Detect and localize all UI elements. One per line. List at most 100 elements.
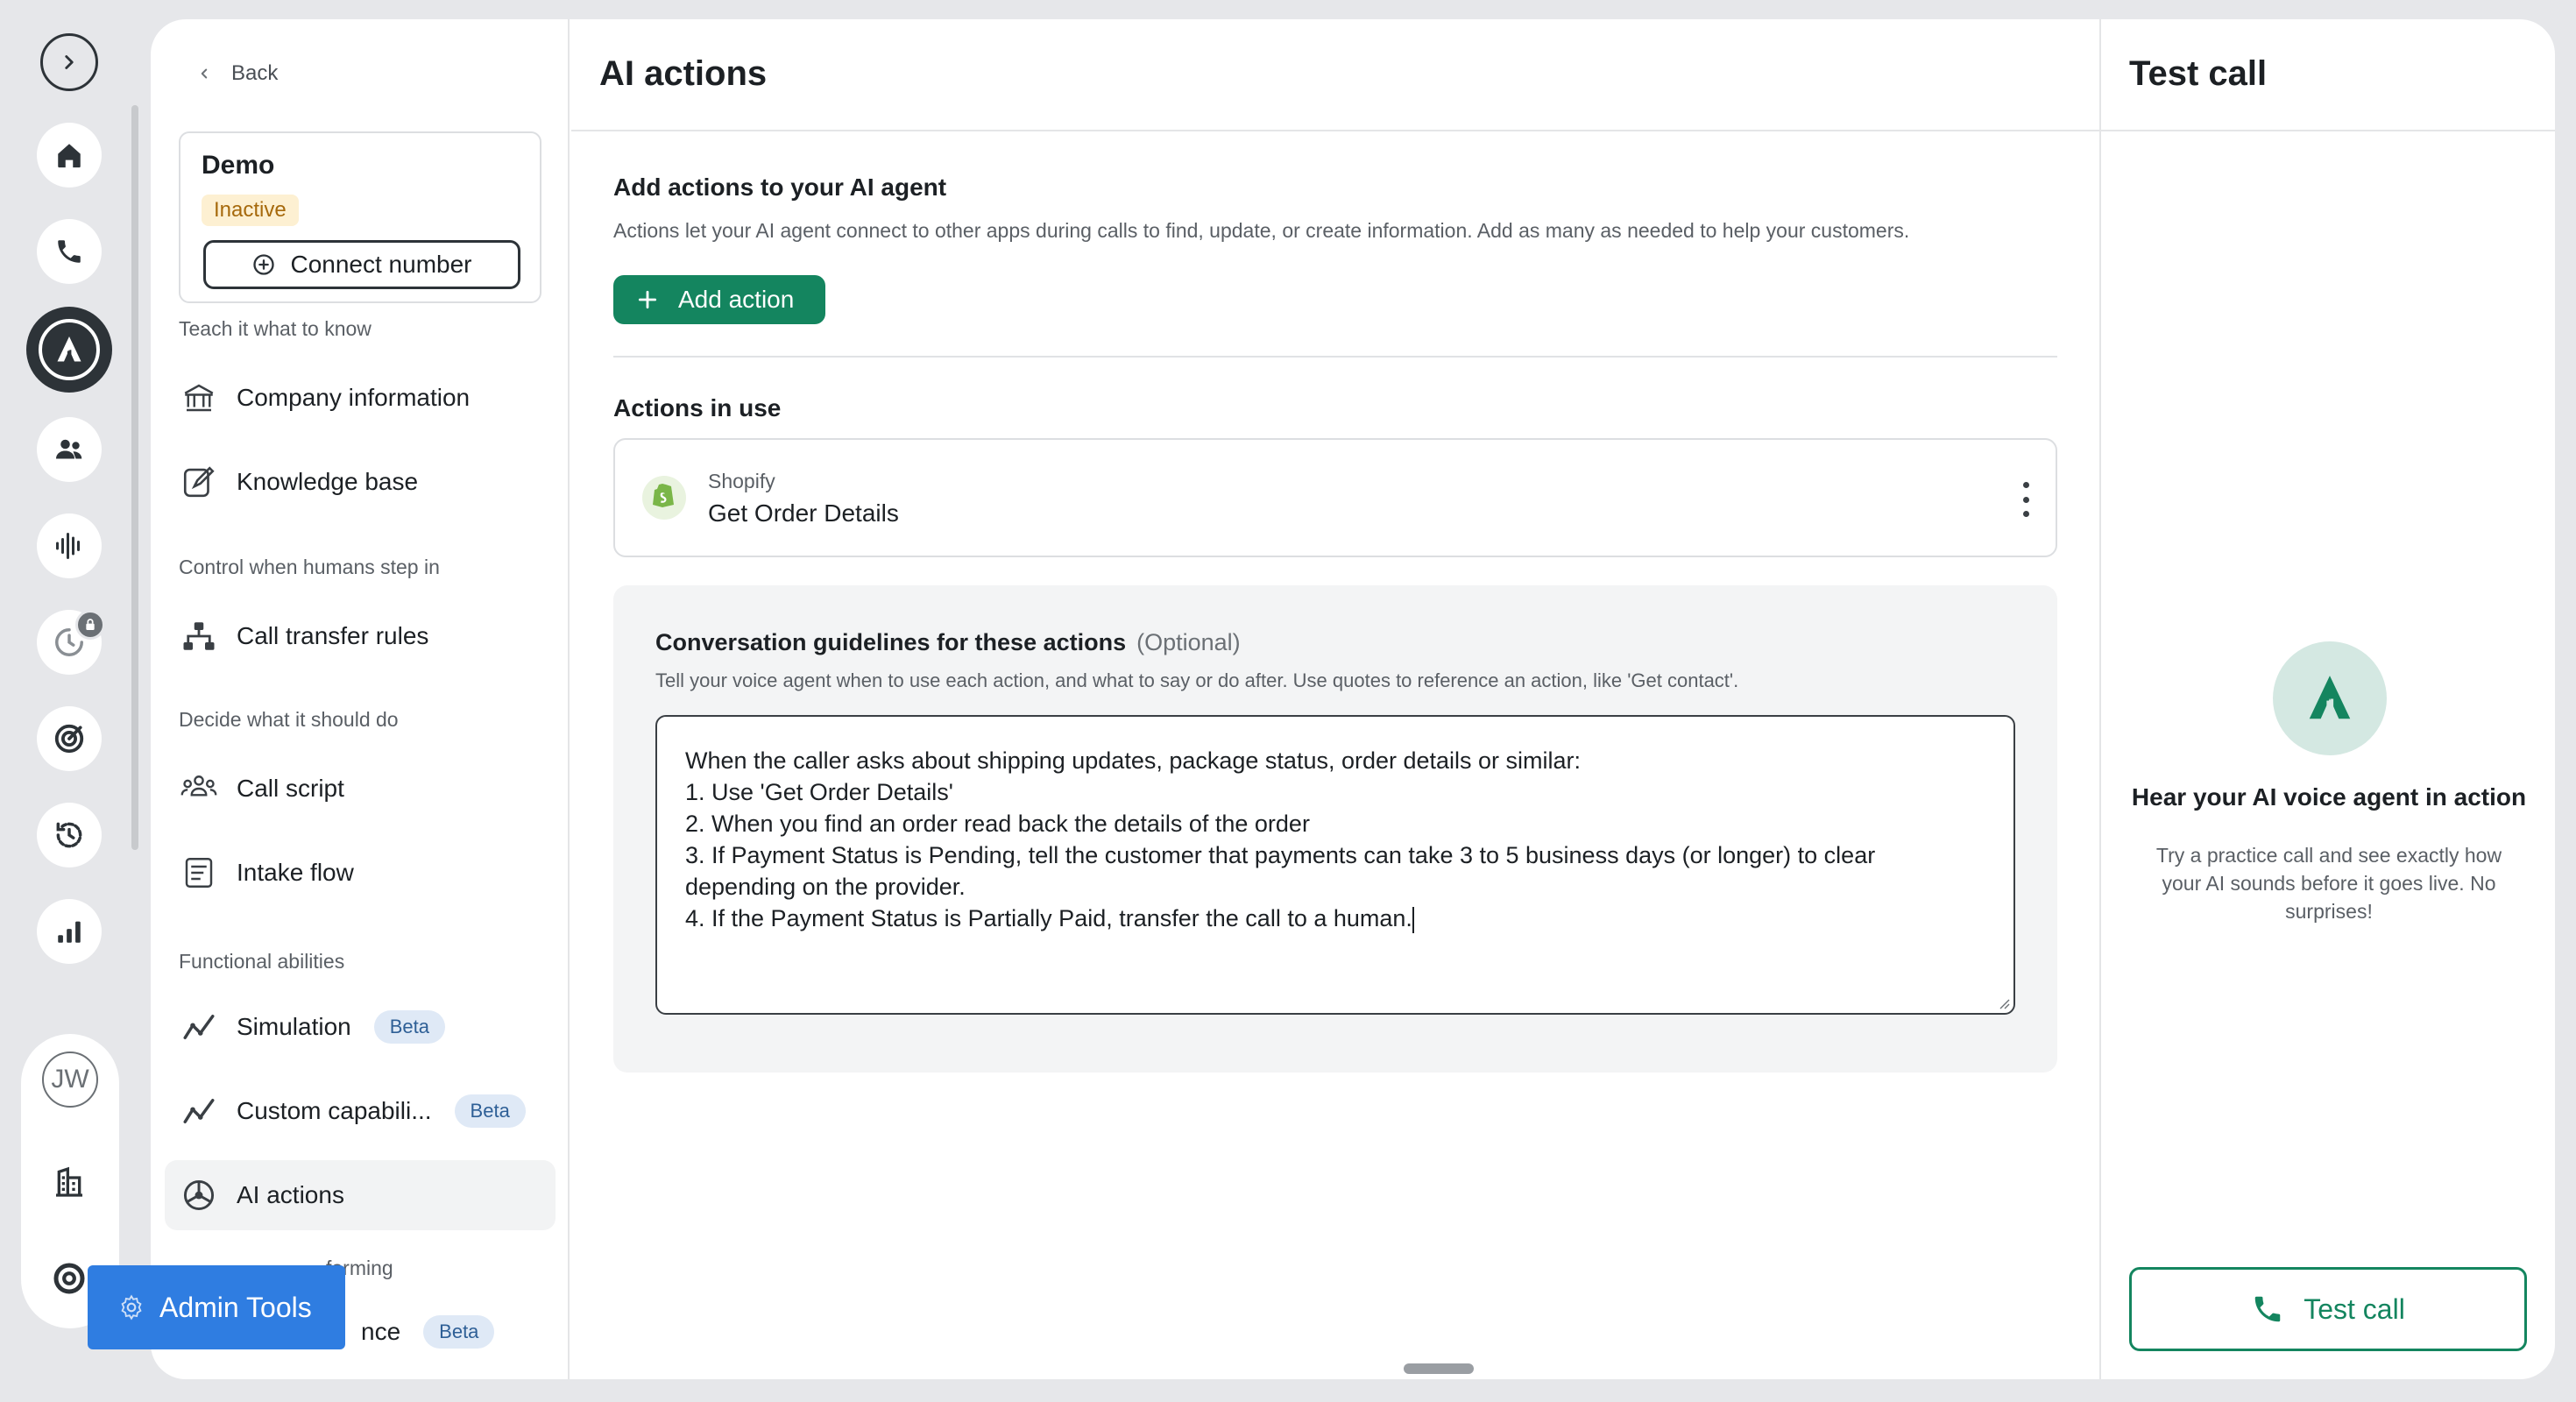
- section-label-humans: Control when humans step in: [179, 556, 440, 578]
- shopify-icon: [641, 475, 687, 520]
- agent-summary-card: Demo Inactive Connect number: [179, 131, 541, 303]
- text-caret: [1412, 906, 1414, 933]
- test-call-panel: Test call Hear your AI voice agent in ac…: [2099, 19, 2555, 1379]
- guideline-line-last: 4. If the Payment Status is Partially Pa…: [685, 903, 1985, 934]
- plus-circle-icon: [253, 254, 275, 275]
- sidebar-item-label: AI actions: [237, 1181, 344, 1208]
- chevron-left-icon: [201, 68, 208, 79]
- section-label-decide: Decide what it should do: [179, 708, 399, 731]
- icon-rail: JW: [0, 0, 140, 1402]
- sidebar-item-label: nce: [361, 1318, 401, 1345]
- status-badge: Inactive: [202, 195, 299, 226]
- trend-icon: [179, 1007, 219, 1047]
- analytics-icon: [58, 921, 81, 943]
- lock-icon: [75, 610, 105, 640]
- guidelines-title: Conversation guidelines for these action…: [655, 629, 1241, 656]
- admin-tools-label: Admin Tools: [159, 1291, 312, 1323]
- ai-actions-content: AI actions Add actions to your AI agent …: [571, 19, 2099, 1379]
- expand-rail-button[interactable]: [40, 33, 98, 91]
- sidebar-item-knowledge-base[interactable]: Knowledge base: [165, 447, 556, 517]
- building-icon: [56, 1166, 82, 1197]
- action-provider: Shopify: [708, 470, 775, 492]
- back-link[interactable]: Back: [196, 61, 278, 86]
- trend-icon: [179, 1091, 219, 1131]
- org-chart-icon: [179, 616, 219, 656]
- guideline-line: When the caller asks about shipping upda…: [685, 747, 1582, 774]
- user-avatar[interactable]: JW: [42, 1052, 98, 1108]
- guidelines-description: Tell your voice agent when to use each a…: [655, 669, 1739, 691]
- target-icon: [54, 724, 84, 754]
- rail-history-button[interactable]: [37, 803, 102, 867]
- sidebar-item-company-information[interactable]: Company information: [165, 363, 556, 433]
- sidebar-item-ai-actions[interactable]: AI actions: [165, 1160, 556, 1230]
- rail-goals-button[interactable]: [37, 706, 102, 771]
- add-action-button[interactable]: Add action: [613, 275, 825, 324]
- connect-number-button[interactable]: Connect number: [203, 240, 520, 289]
- guideline-line: 1. Use 'Get Order Details': [685, 779, 953, 805]
- sidebar-item-label: Simulation: [237, 1013, 351, 1040]
- page-title: AI actions: [599, 54, 768, 93]
- agent-settings-sidebar: Back Demo Inactive Connect number Teach …: [151, 19, 570, 1379]
- beta-badge: Beta: [423, 1315, 495, 1349]
- add-action-label: Add action: [678, 286, 795, 313]
- drag-handle[interactable]: [1404, 1363, 1474, 1374]
- add-actions-heading: Add actions to your AI agent: [613, 173, 947, 201]
- optional-label: (Optional): [1136, 629, 1241, 655]
- gear-icon: [121, 1294, 142, 1321]
- back-label: Back: [231, 61, 279, 85]
- sidebar-item-simulation[interactable]: Simulation Beta: [165, 992, 556, 1062]
- ai-agent-icon: [57, 336, 81, 362]
- add-actions-description: Actions let your AI agent connect to oth…: [613, 219, 1910, 242]
- agent-name: Demo: [202, 151, 275, 180]
- main-card: Back Demo Inactive Connect number Teach …: [151, 19, 2555, 1379]
- section-label-functional: Functional abilities: [179, 950, 345, 973]
- rail-scrollbar[interactable]: [131, 105, 138, 850]
- rail-voice-button[interactable]: [37, 513, 102, 578]
- phone-icon: [2254, 1296, 2281, 1322]
- action-card-get-order-details[interactable]: Shopify Get Order Details: [613, 438, 2057, 557]
- sidebar-item-label: Company information: [237, 384, 471, 411]
- guidelines-textarea[interactable]: When the caller asks about shipping upda…: [655, 715, 2015, 1015]
- contacts-icon: [56, 439, 82, 459]
- rail-contacts-button[interactable]: [37, 417, 102, 482]
- guideline-line: 4. If the Payment Status is Partially Pa…: [685, 905, 1412, 931]
- guideline-line: 3. If Payment Status is Pending, tell th…: [685, 842, 1876, 868]
- content-header: AI actions: [571, 19, 2099, 131]
- rail-ai-agent-button[interactable]: [26, 307, 112, 393]
- sidebar-item-label: Custom capabili...: [237, 1097, 432, 1124]
- rail-calls-button[interactable]: [37, 219, 102, 284]
- hear-agent-description: Try a practice call and see exactly how …: [2155, 844, 2502, 923]
- divider: [613, 356, 2057, 358]
- ai-agent-icon: [2273, 641, 2387, 755]
- sidebar-item-custom-capabilities[interactable]: Custom capabili... Beta: [165, 1076, 556, 1146]
- edit-doc-icon: [179, 462, 219, 502]
- hear-agent-title: Hear your AI voice agent in action: [2131, 783, 2527, 811]
- sidebar-item-label: Knowledge base: [237, 468, 419, 495]
- ai-actions-icon: [179, 1175, 219, 1215]
- conversation-guidelines-panel: Conversation guidelines for these action…: [613, 585, 2057, 1073]
- sidebar-item-call-script[interactable]: Call script: [165, 754, 556, 824]
- test-call-label: Test call: [2304, 1292, 2405, 1325]
- sidebar-item-label: Intake flow: [237, 859, 354, 886]
- test-call-header: Test call: [2101, 19, 2555, 131]
- guidelines-title-text: Conversation guidelines for these action…: [655, 629, 1127, 655]
- test-call-title: Test call: [2129, 54, 2268, 93]
- voice-wave-icon: [56, 533, 80, 559]
- sidebar-item-intake-flow[interactable]: Intake flow: [165, 838, 556, 908]
- phone-icon: [58, 240, 81, 263]
- resize-grip-icon[interactable]: [1996, 995, 2010, 1009]
- test-call-button[interactable]: Test call: [2129, 1267, 2527, 1351]
- connect-number-label: Connect number: [290, 251, 472, 278]
- rail-analytics-button[interactable]: [37, 899, 102, 964]
- sidebar-item-label: Call script: [237, 775, 344, 802]
- sidebar-item-label: Call transfer rules: [237, 622, 429, 649]
- rail-home-button[interactable]: [37, 123, 102, 188]
- support-icon: [53, 1263, 85, 1294]
- sidebar-item-call-transfer-rules[interactable]: Call transfer rules: [165, 601, 556, 671]
- people-icon: [179, 768, 219, 809]
- rail-company-button[interactable]: [37, 1150, 102, 1214]
- admin-tools-button[interactable]: Admin Tools: [88, 1265, 345, 1349]
- actions-in-use-heading: Actions in use: [613, 394, 782, 421]
- beta-badge: Beta: [373, 1010, 445, 1044]
- more-options-icon[interactable]: [2017, 482, 2035, 517]
